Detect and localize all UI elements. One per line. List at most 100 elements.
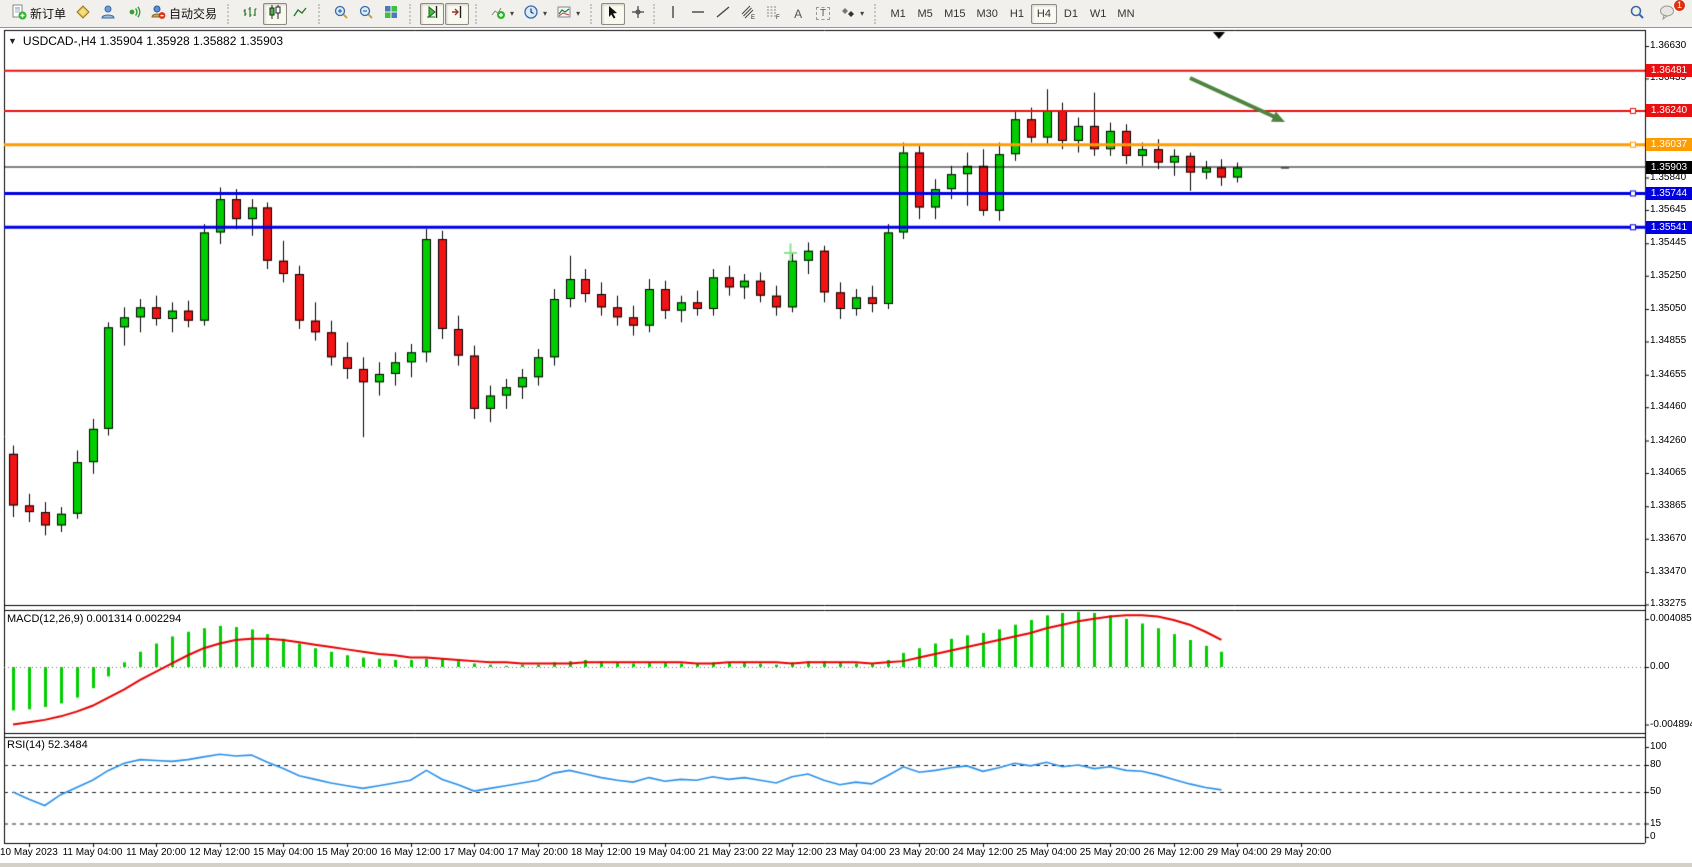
price-axis-label: 1.35050 bbox=[1650, 303, 1686, 314]
profile-icon bbox=[100, 4, 116, 23]
auto-trading-label: 自动交易 bbox=[169, 5, 217, 22]
cursor-button[interactable] bbox=[601, 3, 625, 25]
text-label-icon: T bbox=[816, 7, 830, 20]
chart-shift-button[interactable] bbox=[445, 3, 469, 25]
templates-icon bbox=[556, 4, 572, 23]
price-level-badge: 1.35903 bbox=[1646, 161, 1692, 174]
auto-scroll-button[interactable] bbox=[420, 3, 444, 25]
chart-shift-icon bbox=[449, 4, 465, 23]
vertical-line-button[interactable] bbox=[661, 3, 685, 25]
timeframe-button-M15[interactable]: M15 bbox=[939, 4, 970, 24]
price-axis-label: 1.36630 bbox=[1650, 40, 1686, 51]
rsi-indicator-label: RSI(14) 52.3484 bbox=[7, 739, 88, 751]
time-axis-label: 23 May 20:00 bbox=[889, 847, 950, 858]
notifications-button[interactable]: 1 bbox=[1655, 3, 1680, 25]
indicators-icon bbox=[490, 4, 506, 23]
timeframe-button-H4[interactable]: H4 bbox=[1031, 4, 1057, 24]
crosshair-button[interactable] bbox=[626, 3, 650, 25]
scroll-group bbox=[417, 3, 472, 25]
timeframe-button-H1[interactable]: H1 bbox=[1004, 4, 1030, 24]
tile-windows-icon bbox=[383, 4, 399, 23]
timeframe-button-M5[interactable]: M5 bbox=[912, 4, 938, 24]
bar-chart-icon bbox=[242, 4, 258, 23]
indicators-button[interactable]: ▾ bbox=[486, 3, 518, 25]
bar-chart-button[interactable] bbox=[238, 3, 262, 25]
fibonacci-button[interactable]: F bbox=[761, 3, 785, 25]
rsi-axis-label: 50 bbox=[1650, 786, 1661, 797]
timeframe-button-W1[interactable]: W1 bbox=[1085, 4, 1112, 24]
rsi-axis-label: 0 bbox=[1650, 831, 1656, 842]
toolbar-separator bbox=[653, 4, 658, 24]
tile-windows-button[interactable] bbox=[379, 3, 403, 25]
toolbar-separator bbox=[318, 4, 323, 24]
metaeditor-button[interactable] bbox=[71, 3, 95, 25]
price-axis-label: 1.34855 bbox=[1650, 335, 1686, 346]
trendline-button[interactable] bbox=[711, 3, 735, 25]
new-order-button[interactable]: 新订单 bbox=[7, 3, 70, 25]
one-click-trading-toggle[interactable]: ▼ bbox=[8, 36, 17, 46]
auto-trading-button[interactable]: 自动交易 bbox=[146, 3, 221, 25]
fibonacci-icon: F bbox=[765, 4, 781, 23]
templates-button[interactable]: ▾ bbox=[552, 3, 584, 25]
line-chart-button[interactable] bbox=[288, 3, 312, 25]
chart-type-group bbox=[235, 3, 315, 25]
time-axis-label: 25 May 04:00 bbox=[1016, 847, 1077, 858]
time-axis-label: 10 May 2023 bbox=[0, 847, 58, 858]
drawing-group: E F A T ▾ bbox=[598, 3, 871, 25]
zoom-out-button[interactable] bbox=[354, 3, 378, 25]
main-toolbar: 新订单 自动交易 ▾ ▾ ▾ E F bbox=[0, 0, 1692, 28]
time-axis-label: 19 May 04:00 bbox=[635, 847, 696, 858]
text-button[interactable]: A bbox=[786, 3, 810, 25]
macd-axis-label: 0.00 bbox=[1650, 661, 1669, 672]
time-axis-label: 15 May 04:00 bbox=[253, 847, 314, 858]
time-axis-label: 11 May 20:00 bbox=[126, 847, 186, 858]
rsi-axis-label: 100 bbox=[1650, 741, 1667, 752]
macd-axis-label: -0.004894 bbox=[1650, 719, 1692, 730]
equidistant-channel-button[interactable]: E bbox=[736, 3, 760, 25]
candlestick-chart-icon bbox=[267, 4, 283, 23]
equidistant-channel-icon: E bbox=[740, 4, 756, 23]
alerts-button[interactable] bbox=[121, 3, 145, 25]
toolbar-separator bbox=[227, 4, 232, 24]
candlestick-chart-button[interactable] bbox=[263, 3, 287, 25]
trendline-icon bbox=[715, 4, 731, 23]
time-axis-label: 11 May 04:00 bbox=[63, 847, 123, 858]
text-label-button[interactable]: T bbox=[811, 3, 835, 25]
price-axis-label: 1.34065 bbox=[1650, 467, 1686, 478]
time-axis-label: 18 May 12:00 bbox=[571, 847, 632, 858]
toolbar-separator bbox=[409, 4, 414, 24]
price-level-badge: 1.36037 bbox=[1646, 138, 1692, 151]
price-chart-canvas[interactable] bbox=[0, 28, 1692, 867]
objects-group: ▾ ▾ ▾ bbox=[483, 3, 587, 25]
macd-axis-label: 0.004085 bbox=[1650, 613, 1692, 624]
time-axis-label: 29 May 04:00 bbox=[1207, 847, 1268, 858]
timeframe-button-D1[interactable]: D1 bbox=[1058, 4, 1084, 24]
timeframe-button-M1[interactable]: M1 bbox=[885, 4, 911, 24]
zoom-in-button[interactable] bbox=[329, 3, 353, 25]
horizontal-line-button[interactable] bbox=[686, 3, 710, 25]
price-level-badge: 1.35744 bbox=[1646, 187, 1692, 200]
search-icon bbox=[1629, 4, 1645, 23]
metaeditor-icon bbox=[75, 4, 91, 23]
profile-button[interactable] bbox=[96, 3, 120, 25]
time-axis-label: 16 May 12:00 bbox=[380, 847, 441, 858]
crosshair-icon bbox=[630, 4, 646, 23]
price-level-badge: 1.36240 bbox=[1646, 104, 1692, 117]
timeframe-button-M30[interactable]: M30 bbox=[972, 4, 1003, 24]
price-level-badge: 1.36481 bbox=[1646, 64, 1692, 77]
new-order-label: 新订单 bbox=[30, 5, 66, 22]
arrows-button[interactable]: ▾ bbox=[836, 3, 868, 25]
price-axis-label: 1.33470 bbox=[1650, 566, 1686, 577]
timeframe-button-MN[interactable]: MN bbox=[1112, 4, 1139, 24]
horizontal-line-icon bbox=[690, 4, 706, 23]
notification-count-badge: 1 bbox=[1673, 0, 1686, 12]
line-chart-icon bbox=[292, 4, 308, 23]
rsi-axis-label: 15 bbox=[1650, 818, 1661, 829]
periods-button[interactable]: ▾ bbox=[519, 3, 551, 25]
search-button[interactable] bbox=[1625, 3, 1649, 25]
svg-text:F: F bbox=[776, 15, 780, 20]
price-axis-label: 1.34460 bbox=[1650, 401, 1686, 412]
chart-window: ▼ USDCAD-,H4 1.35904 1.35928 1.35882 1.3… bbox=[0, 28, 1692, 867]
time-axis-label: 21 May 23:00 bbox=[698, 847, 759, 858]
zoom-out-icon bbox=[358, 4, 374, 23]
